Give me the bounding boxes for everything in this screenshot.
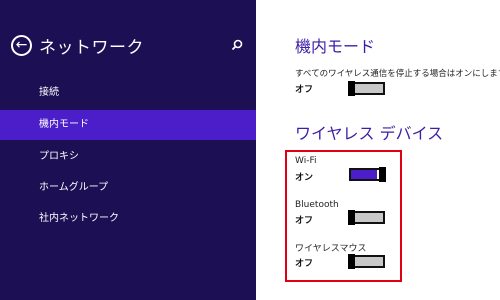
airplane-mode-title: 機内モード [295,37,376,56]
airplane-mode-description: すべてのワイヤレス通信を停止する場合はオンにします [295,69,500,79]
wireless-devices-title: ワイヤレス デバイス [295,124,444,143]
sidebar-item-label: 社内ネットワーク [39,213,119,224]
sidebar-item-workplace[interactable]: 社内ネットワーク [0,204,256,234]
search-icon[interactable] [230,38,244,52]
airplane-mode-toggle[interactable] [348,81,385,96]
sidebar-item-connections[interactable]: 接続 [0,78,256,108]
sidebar-item-proxy[interactable]: プロキシ [0,142,256,172]
highlight-box [285,150,402,282]
sidebar-title: ネットワーク [39,38,144,58]
back-arrow-icon[interactable]: ← [11,35,32,56]
sidebar: ← ネットワーク 接続 機内モード プロキシ ホームグループ 社内ネットワーク [0,0,256,300]
sidebar-item-label: ホームグループ [39,182,109,193]
sidebar-item-label: 機内モード [39,119,89,130]
sidebar-item-homegroup[interactable]: ホームグループ [0,173,256,203]
toggle-knob [348,81,355,96]
airplane-mode-state: オフ [295,85,314,95]
sidebar-item-label: プロキシ [39,151,79,162]
sidebar-item-airplane-mode[interactable]: 機内モード [0,110,256,140]
sidebar-item-label: 接続 [39,87,59,98]
